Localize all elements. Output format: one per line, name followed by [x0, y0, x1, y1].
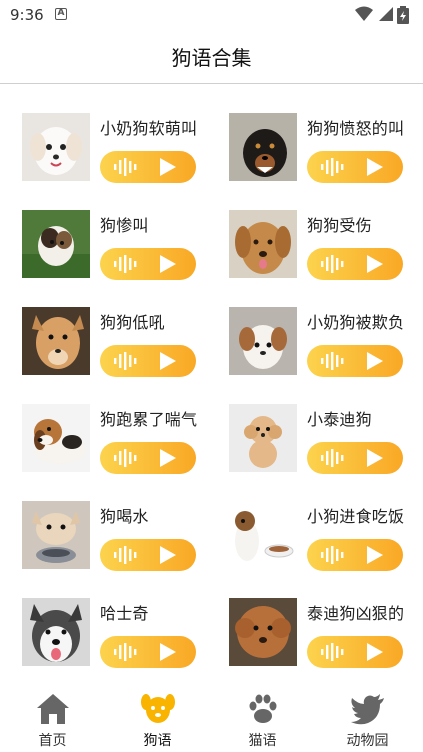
sound-wave-icon [321, 546, 344, 564]
sound-name: 狗狗受伤 [307, 216, 372, 235]
tab-label: 狗语 [143, 733, 172, 749]
sound-wave-icon [321, 643, 344, 661]
terrier-eating-photo [229, 501, 297, 569]
bird-icon [351, 694, 384, 725]
bulldog-drinking-photo [22, 501, 90, 569]
tab-label: 首页 [38, 733, 67, 749]
play-icon [367, 643, 383, 661]
play-icon [367, 449, 383, 467]
dog-face-icon [141, 694, 175, 723]
growling-dog-photo [22, 307, 90, 375]
play-sound-button[interactable] [100, 345, 196, 377]
play-sound-button[interactable] [307, 248, 403, 280]
play-icon [367, 158, 383, 176]
sound-name: 小泰迪狗 [307, 410, 372, 429]
sound-item[interactable]: 哈士奇 [22, 598, 222, 668]
sound-item[interactable]: 小狗进食吃饭 [229, 501, 423, 571]
sound-name: 哈士奇 [100, 604, 149, 623]
puppy-on-grass-photo [22, 210, 90, 278]
play-sound-button[interactable] [100, 248, 196, 280]
beagle-photo [22, 404, 90, 472]
page-title: 狗语合集 [171, 46, 252, 70]
play-icon [160, 643, 176, 661]
sound-name: 小奶狗被欺负 [307, 313, 405, 332]
fierce-poodle-photo [229, 598, 297, 666]
sound-wave-icon [321, 449, 344, 467]
play-icon [160, 255, 176, 273]
golden-dog-photo [229, 210, 297, 278]
sound-name: 狗狗愤怒的叫 [307, 119, 405, 138]
sound-wave-icon [114, 158, 137, 176]
tab-home[interactable]: 首页 [0, 682, 105, 752]
sound-wave-icon [321, 255, 344, 273]
sound-item[interactable]: 泰迪狗凶狠的 [229, 598, 423, 668]
small-puppy-photo [229, 307, 297, 375]
sound-wave-icon [321, 352, 344, 370]
play-icon [160, 158, 176, 176]
play-icon [367, 255, 383, 273]
play-sound-button[interactable] [307, 151, 403, 183]
header: 狗语合集 [0, 30, 423, 84]
play-sound-button[interactable] [307, 539, 403, 571]
sound-item[interactable]: 狗狗低吼 [22, 307, 222, 377]
sound-item[interactable]: 狗狗受伤 [229, 210, 423, 280]
white-puppy-photo [22, 113, 90, 181]
sound-name: 泰迪狗凶狠的 [307, 604, 405, 623]
tab-label: 动物园 [346, 733, 389, 749]
battery-icon [397, 6, 409, 24]
bottom-tab-bar: 首页 狗语 猫语 动物园 [0, 682, 423, 752]
sound-name: 狗喝水 [100, 507, 149, 526]
sound-item[interactable]: 小奶狗被欺负 [229, 307, 423, 377]
sound-item[interactable]: 狗跑累了喘气 [22, 404, 222, 474]
play-icon [367, 546, 383, 564]
tab-zoo[interactable]: 动物园 [315, 682, 420, 752]
sound-wave-icon [114, 255, 137, 273]
play-icon [160, 546, 176, 564]
status-bar: 9:36 A [0, 0, 423, 30]
wifi-icon [355, 6, 373, 21]
sound-name: 狗惨叫 [100, 216, 149, 235]
sound-name: 小狗进食吃饭 [307, 507, 405, 526]
sound-name: 小奶狗软萌叫 [100, 119, 198, 138]
notification-a-icon: A [55, 8, 67, 20]
play-sound-button[interactable] [100, 539, 196, 571]
sound-name: 狗狗低吼 [100, 313, 165, 332]
play-icon [160, 449, 176, 467]
sound-item[interactable]: 狗喝水 [22, 501, 222, 571]
sound-wave-icon [114, 449, 137, 467]
sound-name: 狗跑累了喘气 [100, 410, 198, 429]
sound-wave-icon [114, 352, 137, 370]
play-icon [160, 352, 176, 370]
home-icon [37, 694, 69, 724]
tab-dog-language[interactable]: 狗语 [105, 682, 210, 752]
play-sound-button[interactable] [307, 636, 403, 668]
play-sound-button[interactable] [100, 442, 196, 474]
play-sound-button[interactable] [100, 636, 196, 668]
sound-wave-icon [321, 158, 344, 176]
signal-icon [379, 7, 393, 21]
play-sound-button[interactable] [307, 345, 403, 377]
status-icons [355, 6, 415, 24]
sound-item[interactable]: 狗惨叫 [22, 210, 222, 280]
sound-wave-icon [114, 546, 137, 564]
paw-icon [249, 694, 277, 723]
play-sound-button[interactable] [307, 442, 403, 474]
tab-cat-language[interactable]: 猫语 [210, 682, 315, 752]
sound-item[interactable]: 小泰迪狗 [229, 404, 423, 474]
tab-label: 猫语 [248, 733, 277, 749]
play-icon [367, 352, 383, 370]
sound-item[interactable]: 狗狗愤怒的叫 [229, 113, 423, 183]
sound-wave-icon [114, 643, 137, 661]
angry-rottweiler-photo [229, 113, 297, 181]
sound-item[interactable]: 小奶狗软萌叫 [22, 113, 222, 183]
husky-photo [22, 598, 90, 666]
teddy-poodle-photo [229, 404, 297, 472]
status-time: 9:36 [10, 6, 44, 24]
play-sound-button[interactable] [100, 151, 196, 183]
